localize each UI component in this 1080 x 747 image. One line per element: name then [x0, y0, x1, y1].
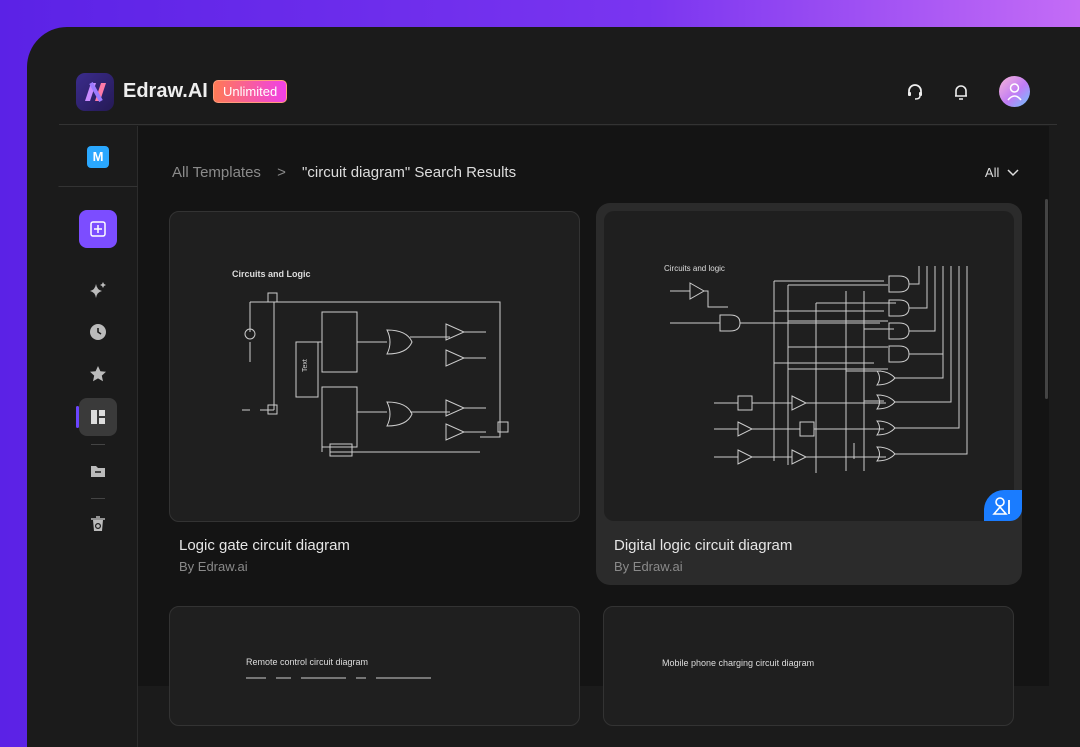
- thumb-title: Remote control circuit diagram: [246, 657, 369, 667]
- plan-badge[interactable]: Unlimited: [213, 80, 288, 103]
- app-name: Edraw.AI: [123, 80, 208, 102]
- template-thumbnail: Circuits and logic: [604, 211, 1014, 521]
- card-author: By Edraw.ai: [179, 559, 248, 574]
- trash-icon[interactable]: [88, 514, 108, 534]
- template-thumbnail: Remote control circuit diagram: [169, 606, 580, 726]
- templates-icon: [91, 410, 105, 424]
- edraw-logo[interactable]: [76, 73, 114, 111]
- sidebar: M: [58, 126, 138, 747]
- divider: [58, 186, 138, 187]
- breadcrumb-separator: >: [277, 164, 286, 181]
- template-thumbnail: Circuits and Logic Text: [169, 211, 580, 522]
- community-badge: [984, 490, 1022, 521]
- thumb-title: Mobile phone charging circuit diagram: [662, 658, 815, 668]
- template-card[interactable]: Mobile phone charging circuit diagram: [603, 606, 1014, 726]
- filter-value: All: [984, 165, 1000, 180]
- filter-dropdown[interactable]: All: [985, 165, 1019, 180]
- card-author: By Edraw.ai: [614, 559, 683, 574]
- card-title: Digital logic circuit diagram: [614, 537, 793, 554]
- divider: [91, 498, 105, 499]
- headset-icon[interactable]: [905, 82, 925, 102]
- thumb-title: Circuits and Logic: [232, 269, 311, 279]
- card-title: Logic gate circuit diagram: [179, 537, 350, 554]
- sparkle-icon[interactable]: [88, 280, 108, 300]
- bell-icon[interactable]: [951, 82, 971, 102]
- breadcrumb: All Templates > "circuit diagram" Search…: [172, 164, 516, 181]
- scrollbar[interactable]: [1045, 199, 1048, 399]
- thumb-title: Circuits and logic: [664, 264, 725, 273]
- header: Edraw.AI Unlimited: [59, 27, 1057, 125]
- sidebar-item-templates[interactable]: [79, 398, 117, 436]
- community-icon: [992, 497, 1010, 515]
- main-content: All Templates > "circuit diagram" Search…: [138, 126, 1049, 726]
- app-window: Edraw.AI Unlimited M All Templates > "ci…: [27, 27, 1080, 747]
- star-icon[interactable]: [88, 364, 108, 384]
- template-card[interactable]: Circuits and logic Digital logic circuit…: [596, 203, 1022, 585]
- template-thumbnail: Mobile phone charging circuit diagram: [603, 606, 1014, 726]
- chevron-down-icon: [1007, 169, 1019, 177]
- new-file-button[interactable]: [79, 210, 117, 248]
- workspace-avatar[interactable]: M: [87, 146, 109, 168]
- clock-icon[interactable]: [88, 322, 108, 342]
- new-file-icon: [90, 221, 106, 237]
- svg-text:Text: Text: [302, 359, 309, 372]
- template-card[interactable]: Remote control circuit diagram: [169, 606, 580, 726]
- active-indicator: [76, 406, 79, 428]
- template-card[interactable]: Circuits and Logic Text Logic gate circu…: [169, 211, 580, 591]
- breadcrumb-current: "circuit diagram" Search Results: [302, 164, 517, 181]
- divider: [91, 444, 105, 445]
- avatar[interactable]: [999, 76, 1030, 107]
- folder-icon[interactable]: [88, 460, 108, 480]
- breadcrumb-all-templates[interactable]: All Templates: [172, 164, 261, 181]
